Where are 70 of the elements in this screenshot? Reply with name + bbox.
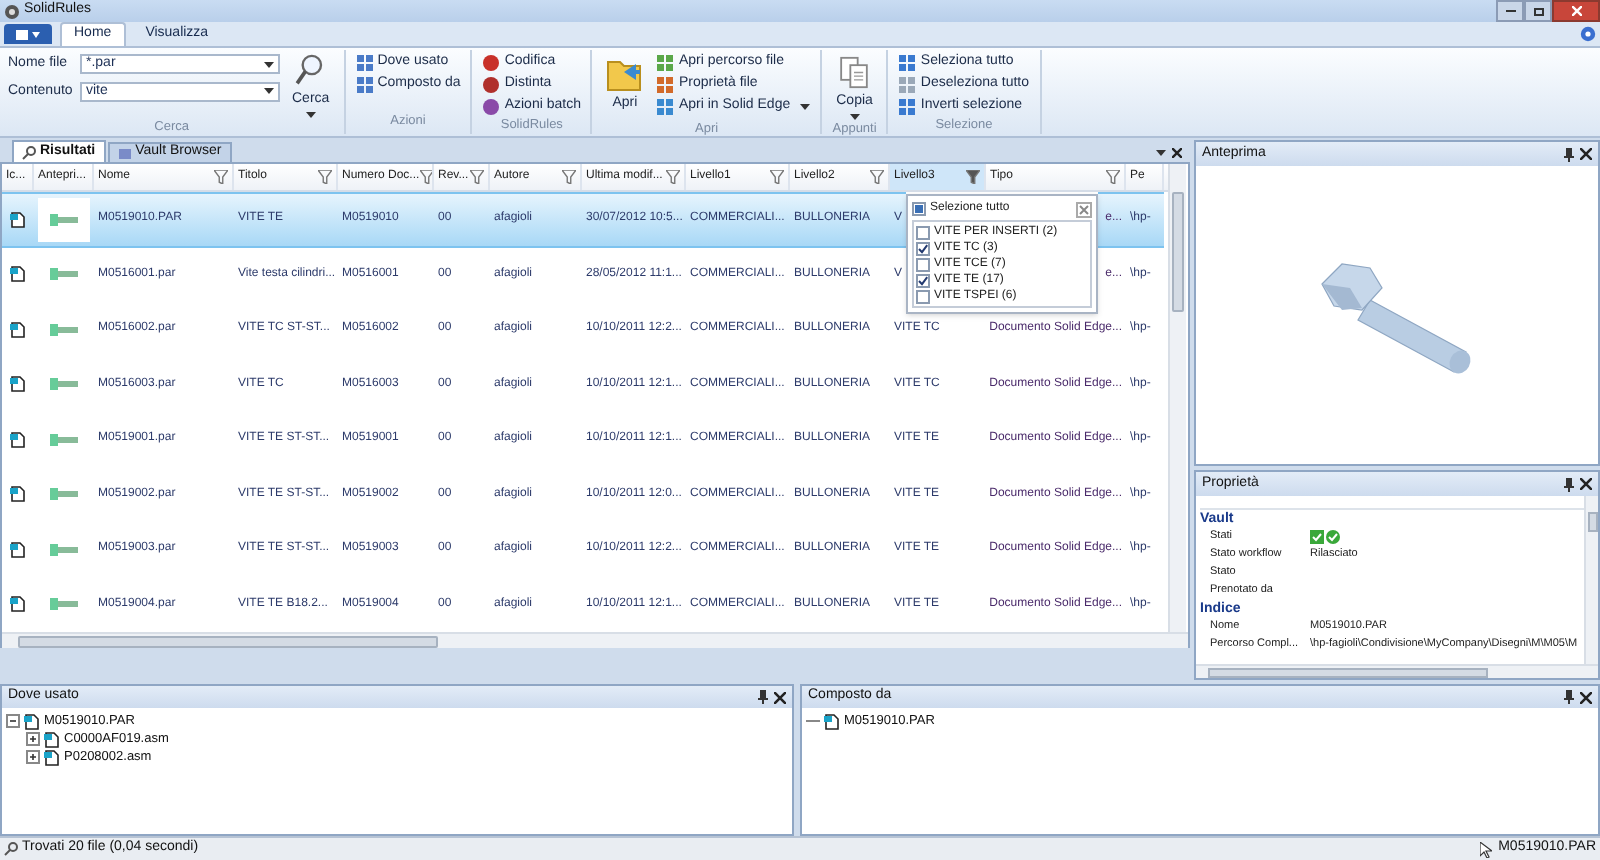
- checkbox[interactable]: [916, 241, 930, 255]
- application-menu-button[interactable]: [4, 24, 52, 44]
- scrollbar-thumb[interactable]: [1208, 667, 1488, 677]
- screw-icon: [50, 211, 78, 228]
- copy-icon: [838, 56, 871, 89]
- vertical-scrollbar[interactable]: [1168, 164, 1186, 632]
- horizontal-scrollbar[interactable]: [1196, 664, 1598, 678]
- grid-icon: [898, 75, 917, 93]
- maximize-button[interactable]: [1524, 0, 1552, 22]
- checkbox[interactable]: [916, 257, 930, 271]
- circle-icon: [482, 97, 501, 115]
- filter-icon[interactable]: [1106, 170, 1120, 184]
- screw-icon: [50, 321, 78, 338]
- pin-icon[interactable]: [758, 690, 768, 704]
- filter-icon[interactable]: [318, 170, 332, 184]
- pin-icon[interactable]: [1564, 477, 1574, 491]
- filter-icon[interactable]: [214, 170, 228, 184]
- scrollbar-thumb[interactable]: [1587, 512, 1597, 532]
- vertical-scrollbar[interactable]: [1584, 496, 1598, 664]
- filter-icon[interactable]: [966, 170, 980, 184]
- pin-icon[interactable]: [1564, 147, 1574, 161]
- filter-icon[interactable]: [666, 170, 680, 184]
- caret-icon: [305, 112, 316, 118]
- menu-icon: [16, 29, 28, 39]
- circle-icon: [482, 53, 501, 71]
- caret-icon: [849, 114, 860, 120]
- filter-icon[interactable]: [770, 170, 784, 184]
- close-button[interactable]: [1552, 0, 1600, 22]
- expander-icon[interactable]: [26, 732, 40, 746]
- screw-icon: [50, 266, 78, 283]
- filter-icon[interactable]: [470, 170, 484, 184]
- close-icon[interactable]: [1580, 691, 1592, 703]
- help-icon[interactable]: [1580, 26, 1596, 42]
- caret-icon: [264, 88, 274, 95]
- horizontal-scrollbar[interactable]: [2, 632, 1188, 648]
- search-icon: [4, 842, 18, 856]
- scrollbar-thumb[interactable]: [1172, 192, 1184, 312]
- expander-icon[interactable]: [6, 714, 20, 728]
- caret-icon: [264, 61, 274, 68]
- expander-icon[interactable]: [26, 750, 40, 764]
- cursor-icon: [1480, 841, 1493, 857]
- filter-icon[interactable]: [419, 170, 432, 184]
- screw-icon: [50, 431, 78, 448]
- caret-icon: [32, 31, 40, 37]
- close-icon[interactable]: [1580, 478, 1592, 490]
- scrollbar-thumb[interactable]: [18, 635, 438, 647]
- minimize-button[interactable]: [1496, 0, 1524, 22]
- pin-icon[interactable]: [1564, 690, 1574, 704]
- caret-icon: [800, 103, 811, 109]
- checkbox[interactable]: [916, 289, 930, 303]
- filter-icon[interactable]: [870, 170, 884, 184]
- grid-icon: [898, 97, 917, 115]
- circle-icon: [482, 75, 501, 93]
- search-icon: [294, 54, 327, 87]
- checkbox[interactable]: [916, 225, 930, 239]
- screw-icon: [50, 596, 78, 613]
- close-icon[interactable]: [1580, 148, 1592, 160]
- screw-icon: [50, 486, 78, 503]
- checkbox[interactable]: [912, 202, 926, 216]
- filter-icon[interactable]: [562, 170, 576, 184]
- caret-icon: [1156, 150, 1166, 156]
- search-icon: [22, 145, 36, 159]
- close-icon[interactable]: [774, 691, 786, 703]
- screw-icon: [50, 541, 78, 558]
- close-icon: [1571, 6, 1581, 16]
- screw-icon: [50, 376, 78, 393]
- close-icon[interactable]: [1172, 148, 1182, 158]
- grid-icon: [898, 53, 917, 71]
- app-logo-icon: [4, 3, 20, 19]
- checkbox[interactable]: [916, 273, 930, 287]
